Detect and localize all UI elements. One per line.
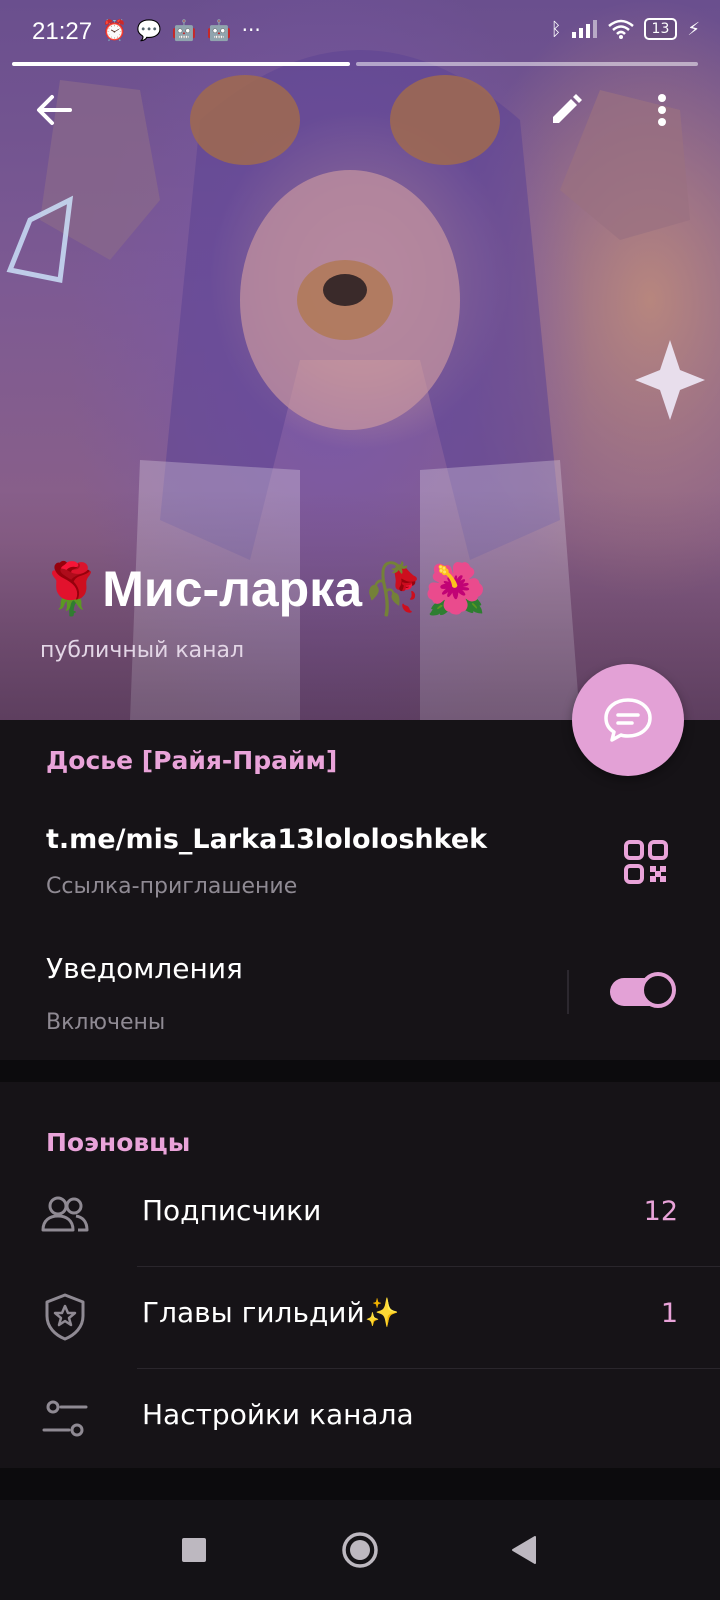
back-triangle-icon	[512, 1536, 536, 1564]
battery-icon: 13	[643, 18, 678, 40]
people-icon	[41, 1196, 89, 1232]
more-dots-icon: ···	[241, 18, 261, 42]
administrators-label: Главы гильдий✨	[142, 1296, 400, 1329]
notifications-toggle[interactable]	[610, 972, 676, 1012]
wifi-icon	[607, 19, 634, 39]
story-progress-segment-1	[12, 62, 350, 66]
section-separator	[0, 1468, 720, 1500]
chat-bubble-icon	[604, 698, 652, 742]
section-separator	[0, 1060, 720, 1082]
members-section: Поэновцы Подписчики 12 Главы гильдий✨ 1 …	[0, 1082, 720, 1468]
edit-button[interactable]	[542, 86, 590, 134]
system-navigation-bar	[0, 1500, 720, 1600]
channel-settings-label: Настройки канала	[142, 1398, 414, 1431]
notifications-label: Уведомления	[46, 952, 243, 985]
arrow-left-icon	[37, 95, 72, 125]
list-item-subscribers[interactable]: Подписчики 12	[0, 1164, 720, 1264]
back-button[interactable]	[30, 86, 78, 134]
alarm-icon: ⏰	[102, 18, 127, 42]
invite-link-caption: Ссылка-приглашение	[46, 874, 298, 899]
pencil-icon	[553, 94, 582, 123]
status-time: 21:27	[32, 18, 93, 45]
notifications-status: Включены	[46, 1010, 166, 1035]
list-item-channel-settings[interactable]: Настройки канала	[0, 1368, 720, 1468]
android-icon: 🤖	[171, 18, 197, 42]
vertical-divider	[567, 970, 569, 1014]
list-item-administrators[interactable]: Главы гильдий✨ 1	[0, 1266, 720, 1366]
story-progress-segment-2	[356, 62, 698, 66]
more-vertical-icon	[658, 94, 666, 126]
subscribers-label: Подписчики	[142, 1194, 322, 1227]
android-icon: 🤖	[206, 18, 232, 42]
home-button[interactable]	[336, 1526, 384, 1574]
recents-button[interactable]	[170, 1526, 218, 1574]
signal-icon	[571, 20, 597, 38]
back-nav-button[interactable]	[500, 1526, 548, 1574]
channel-name: 🌹Мис-ларка🥀🌺	[40, 561, 487, 617]
status-bar: 21:27 ⏰ 💬 🤖 🤖 ··· ᛒ 13 ⚡	[0, 0, 720, 66]
channel-header-photo[interactable]: 21:27 ⏰ 💬 🤖 🤖 ··· ᛒ 13 ⚡ 🌹Мис-ларка🥀🌺 пу…	[0, 0, 720, 720]
subscribers-count: 12	[643, 1196, 678, 1227]
shield-star-icon	[45, 1293, 85, 1341]
administrators-count: 1	[660, 1298, 678, 1329]
channel-type: публичный канал	[40, 638, 245, 663]
status-left-icons: ⏰ 💬 🤖 🤖 ···	[102, 18, 261, 42]
bluetooth-icon: ᛒ	[550, 18, 562, 40]
chat-bubble-icon: 💬	[136, 18, 162, 42]
charging-icon: ⚡	[687, 18, 700, 40]
square-icon	[182, 1538, 206, 1562]
more-options-button[interactable]	[638, 86, 686, 134]
home-circle-icon	[342, 1532, 378, 1568]
status-right-icons: ᛒ 13 ⚡	[551, 18, 700, 40]
members-section-title: Поэновцы	[46, 1128, 191, 1157]
invite-link[interactable]: t.me/mis_Larka13lololoshkek	[46, 824, 487, 855]
toggle-knob	[640, 972, 676, 1008]
qr-code-icon[interactable]	[624, 840, 668, 884]
open-discussion-button[interactable]	[572, 664, 684, 776]
settings-sliders-icon	[42, 1400, 88, 1437]
info-section-title: Досье [Райя-Прайм]	[46, 746, 338, 775]
